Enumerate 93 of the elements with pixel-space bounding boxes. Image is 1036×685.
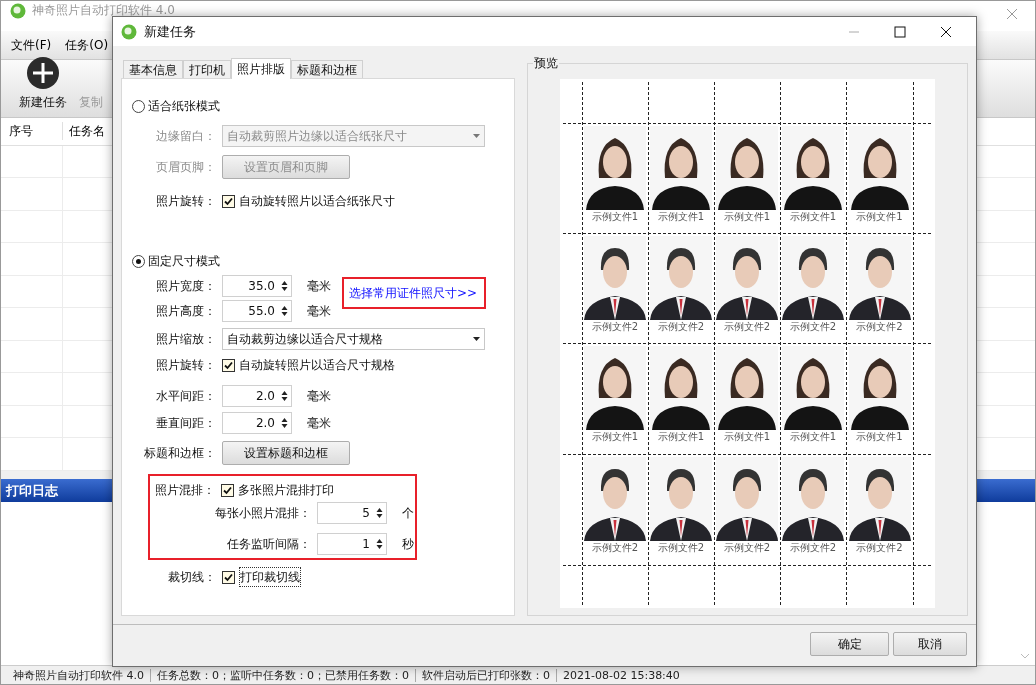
checkbox-label: 多张照片混排打印 [238,482,334,499]
photo-caption: 示例文件2 [723,541,771,554]
field-label: 垂直间距： [155,415,216,432]
field-label: 裁切线： [167,569,216,586]
tab[interactable]: 标题和边框 [291,60,363,78]
dropdown[interactable]: 自动裁剪边缘以适合尺寸规格 [222,328,485,350]
photo-caption: 示例文件1 [591,430,639,443]
photo-caption: 示例文件1 [723,210,771,223]
push-button[interactable]: 设置标题和边框 [222,441,350,465]
photo-caption: 示例文件1 [789,210,837,223]
photo-caption: 示例文件1 [657,210,705,223]
push-button[interactable]: 确定 [810,631,889,656]
field-label: 边缘留白： [155,128,216,145]
checkbox[interactable] [222,358,235,372]
spin-arrows-icon[interactable] [281,305,288,317]
photo-caption: 示例文件2 [657,320,705,333]
checkbox[interactable] [222,194,235,208]
radio-label: 适合纸张模式 [148,98,220,115]
unit-label: 毫米 [307,415,331,432]
spin-arrows-icon[interactable] [281,280,288,292]
field-label: 照片混排： [154,482,215,499]
column-header[interactable]: 序号 [1,122,63,141]
photo-caption: 示例文件2 [789,541,837,554]
field-label: 页眉页脚： [155,159,216,176]
photo-caption: 示例文件1 [657,430,705,443]
status-text: 任务总数：0；监听中任务数：0；已禁用任务数：0 [150,668,415,682]
tab[interactable]: 打印机 [183,60,231,78]
spin-arrows-icon[interactable] [281,390,288,402]
photo-caption: 示例文件1 [723,430,771,443]
status-text: 软件启动后已打印张数：0 [415,668,556,682]
photo-caption: 示例文件2 [856,320,903,333]
photo-caption: 示例文件2 [657,541,705,554]
app-logo-icon [10,3,26,19]
photo-caption: 示例文件1 [856,430,903,443]
field-label: 水平间距： [155,388,216,405]
toolbar-button[interactable]: 新建任务 [19,57,67,111]
status-text: 2021-08-02 15:38:40 [556,668,686,682]
window-title: 新建任务 [144,22,196,41]
radio-button[interactable] [132,254,145,268]
caret-icon [473,337,480,341]
photo-caption: 示例文件2 [789,320,837,333]
photo-caption: 示例文件1 [789,430,837,443]
number-field[interactable]: 2.0 [222,412,292,434]
column-header[interactable]: 任务名 [63,122,105,141]
field-label: 照片旋转： [155,357,216,374]
close-icon[interactable] [940,25,952,38]
menu-item[interactable]: 任务(O) [65,36,109,54]
number-field[interactable]: 5 [317,502,387,524]
field-label: 照片宽度： [155,278,216,295]
group-title: 预览 [533,55,559,71]
checkbox-label: 自动旋转照片以适合纸张尺寸 [239,193,395,210]
unit-label: 个 [402,505,414,522]
photo-caption: 示例文件2 [591,320,639,333]
checkbox[interactable] [222,570,235,584]
field-label: 照片缩放： [155,331,216,348]
field-label: 任务监听间隔： [226,536,311,553]
number-field[interactable]: 2.0 [222,385,292,407]
size-link[interactable]: 选择常用证件照尺寸>> [349,284,478,302]
unit-label: 毫米 [307,303,331,320]
spin-arrows-icon[interactable] [376,507,383,519]
photo-caption: 示例文件1 [856,210,903,223]
photo-caption: 示例文件2 [591,541,639,554]
panel-title: 打印日志 [6,481,58,500]
radio-label: 固定尺寸模式 [148,253,220,270]
number-field[interactable]: 1 [317,533,387,555]
photo-caption: 示例文件2 [856,541,903,554]
checkbox[interactable] [221,483,234,497]
app-logo-icon [121,23,137,40]
plus-icon [27,57,59,89]
spin-arrows-icon[interactable] [376,538,383,550]
number-field[interactable]: 35.0 [222,275,292,297]
number-field[interactable]: 55.0 [222,300,292,322]
tab[interactable]: 基本信息 [123,60,183,78]
radio-button[interactable] [132,99,145,113]
photo-caption: 示例文件2 [723,320,771,333]
spin-arrows-icon[interactable] [281,417,288,429]
unit-label: 毫米 [307,388,331,405]
checkbox-label: 打印裁切线 [239,567,301,587]
field-label: 照片高度： [155,303,216,320]
menu-item[interactable]: 文件(F) [11,36,52,54]
window-title: 神奇照片自动打印软件 4.0 [32,3,175,18]
checkbox-label: 自动旋转照片以适合尺寸规格 [239,357,395,374]
unit-label: 秒 [402,536,414,553]
field-label: 照片旋转： [155,193,216,210]
maximize-icon[interactable] [894,25,906,38]
caret-icon [473,134,480,138]
field-label: 标题和边框： [143,445,216,462]
photo-caption: 示例文件1 [591,210,639,223]
field-label: 每张小照片混排： [214,505,311,522]
status-text: 神奇照片自动打印软件 4.0 [12,668,145,682]
tab[interactable]: 照片排版 [231,58,291,79]
unit-label: 毫米 [307,278,331,295]
push-button[interactable]: 取消 [893,631,967,656]
